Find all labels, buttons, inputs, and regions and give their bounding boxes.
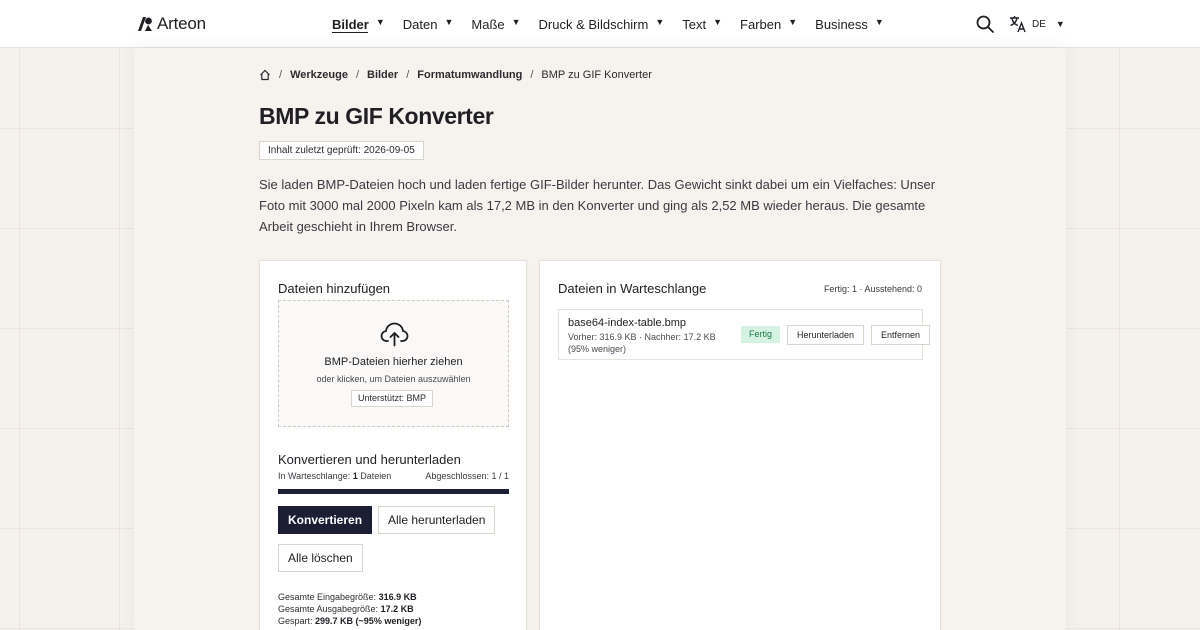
upload-card: Dateien hinzufügen BMP-Dateien hierher z… (259, 260, 527, 630)
file-name: base64-index-table.bmp (568, 317, 687, 329)
breadcrumb-separator: / (279, 69, 283, 81)
nav-item-business[interactable]: Business ▼ (815, 0, 884, 48)
breadcrumb-current: BMP zu GIF Konverter (541, 69, 652, 81)
download-all-button[interactable]: Alle herunterladen (378, 506, 496, 534)
list-item: base64-index-table.bmp Vorher: 316.9 KB … (558, 309, 931, 360)
breadcrumb: / Werkzeuge / Bilder / Formatumwandlung … (259, 69, 652, 81)
chevron-down-icon: ▼ (444, 17, 454, 27)
convert-button[interactable]: Konvertieren (278, 506, 373, 534)
logo[interactable]: Arteon (137, 14, 206, 34)
language-selector[interactable]: DE ▼ (1009, 14, 1065, 34)
queue-counts: In Warteschlange: 1 Dateien Abgeschlosse… (278, 471, 509, 481)
breadcrumb-bilder[interactable]: Bilder (367, 69, 398, 81)
queue-card: Dateien in Warteschlange Fertig: 1 · Aus… (539, 260, 941, 630)
nav-item-text[interactable]: Text ▼ (682, 0, 722, 48)
nav-label: Druck & Bildschirm (538, 16, 649, 32)
queue-status: Fertig: 1 · Ausstehend: 0 (823, 284, 922, 294)
input-size-label: Gesamte Eingabegröße: (278, 592, 377, 602)
file-size-info: Vorher: 316.9 KB · Nachher: 17.2 KB (95%… (568, 332, 716, 354)
breadcrumb-separator: / (530, 69, 534, 81)
queue-count: 1 (352, 471, 358, 481)
nav-item-masse[interactable]: Maße ▼ (471, 0, 520, 48)
nav-item-daten[interactable]: Daten ▼ (403, 0, 454, 48)
dropzone-subtitle: oder klicken, um Dateien auszuwählen (316, 374, 471, 384)
nav-label: Farben (740, 16, 782, 32)
progress-bar (278, 489, 509, 494)
breadcrumb-werkzeuge[interactable]: Werkzeuge (290, 69, 348, 81)
upload-heading: Dateien hinzufügen (278, 281, 391, 296)
chevron-down-icon: ▼ (713, 17, 723, 27)
chevron-down-icon: ▼ (1055, 19, 1065, 29)
output-size-label: Gesamte Ausgabegröße: (278, 604, 379, 614)
done-count-text: Abgeschlossen: 1 / 1 (425, 471, 509, 481)
home-icon[interactable] (259, 69, 271, 81)
breadcrumb-formatumwandlung[interactable]: Formatumwandlung (417, 69, 522, 81)
breadcrumb-separator: / (406, 69, 410, 81)
saved-value: 299.7 KB (~95% weniger) (315, 616, 422, 626)
download-button[interactable]: Herunterladen (787, 325, 865, 345)
nav-item-farben[interactable]: Farben ▼ (740, 0, 797, 48)
chevron-down-icon: ▼ (511, 17, 521, 27)
input-size-value: 316.9 KB (378, 592, 417, 602)
saved-label: Gespart: (278, 616, 313, 626)
queue-heading: Dateien in Warteschlange (558, 281, 707, 296)
search-button[interactable] (975, 14, 995, 34)
main-nav: Bilder ▼ Daten ▼ Maße ▼ Druck & Bildschi… (332, 0, 902, 48)
logo-text: Arteon (157, 14, 206, 33)
saved-row: Gespart: 299.7 KB (~95% weniger) (278, 615, 421, 627)
site-header: Arteon Bilder ▼ Daten ▼ Maße ▼ Druck & B… (0, 0, 1200, 48)
input-size-row: Gesamte Eingabegröße: 316.9 KB (278, 591, 421, 603)
chevron-down-icon: ▼ (874, 17, 884, 27)
done-label: Abgeschlossen: (425, 471, 489, 481)
queue-count-text: In Warteschlange: 1 Dateien (278, 471, 391, 481)
page-title: BMP zu GIF Konverter (259, 103, 494, 129)
size-stats: Gesamte Eingabegröße: 316.9 KB Gesamte A… (278, 591, 421, 627)
chevron-down-icon: ▼ (788, 17, 798, 27)
chevron-down-icon: ▼ (655, 17, 665, 27)
nav-item-bilder[interactable]: Bilder ▼ (332, 0, 385, 48)
breadcrumb-separator: / (355, 69, 359, 81)
chevron-down-icon: ▼ (375, 17, 385, 27)
queue-unit: Dateien (360, 471, 392, 481)
output-size-value: 17.2 KB (380, 604, 414, 614)
nav-label: Business (815, 16, 868, 32)
remove-button[interactable]: Entfernen (871, 325, 931, 345)
done-value: 1 / 1 (491, 471, 509, 481)
nav-label: Bilder (332, 16, 369, 32)
nav-label: Maße (471, 16, 505, 32)
search-icon (976, 15, 994, 33)
cloud-upload-icon (380, 322, 409, 347)
nav-label: Daten (402, 16, 438, 32)
queue-label: In Warteschlange: (278, 471, 351, 481)
last-checked-badge: Inhalt zuletzt geprüft: 2026-09-05 (259, 141, 424, 160)
intro-text: Sie laden BMP-Dateien hoch und laden fer… (259, 177, 936, 234)
nav-label: Text (682, 16, 707, 32)
nav-item-druck-bildschirm[interactable]: Druck & Bildschirm ▼ (539, 0, 665, 48)
progress-fill (278, 489, 509, 494)
logo-icon (138, 17, 152, 31)
status-badge: Fertig (741, 326, 781, 343)
supported-formats-badge: Unterstützt: BMP (351, 390, 434, 407)
dropzone-title: BMP-Dateien hierher ziehen (324, 356, 463, 368)
clear-all-button[interactable]: Alle löschen (278, 544, 363, 572)
language-code: DE (1032, 18, 1046, 30)
file-dropzone[interactable]: BMP-Dateien hierher ziehen oder klicken,… (278, 300, 509, 427)
output-size-row: Gesamte Ausgabegröße: 17.2 KB (278, 603, 421, 615)
translate-icon (1010, 16, 1026, 33)
convert-heading: Konvertieren und herunterladen (278, 452, 461, 467)
